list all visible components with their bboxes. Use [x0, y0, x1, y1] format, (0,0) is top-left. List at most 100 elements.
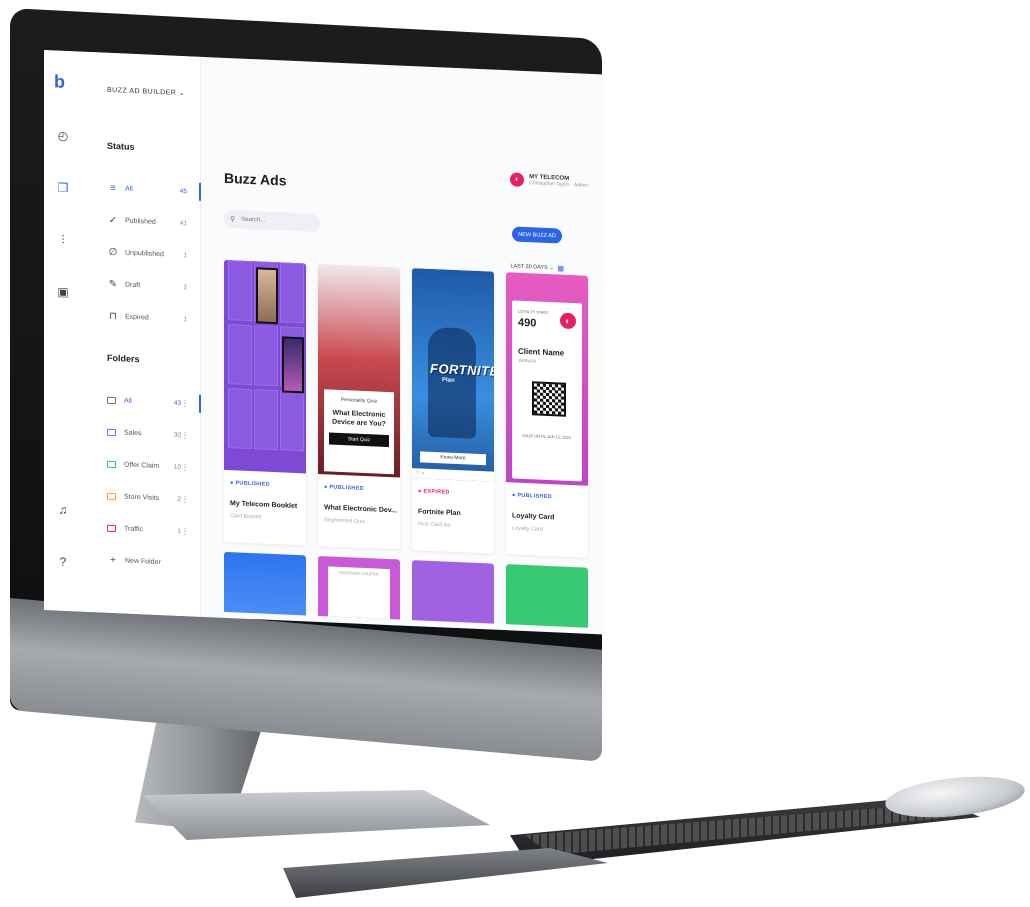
ad-card[interactable] — [506, 564, 588, 628]
account-switcher[interactable]: ◐ MY TELECOM Christopher Taylor · Admin — [510, 172, 588, 189]
status-badge: ● PUBLISHED — [512, 492, 552, 501]
more-icon[interactable]: ⋮ — [181, 430, 189, 439]
imac-illustration: b ◴ ❐ ⫶ ▣ ♫ ? BUZZ AD BUILDER ⌄ Status ≡… — [0, 0, 1030, 907]
search-icon: ⚲ — [230, 216, 236, 224]
new-folder-button[interactable]: + New Folder — [107, 553, 187, 570]
date-filter[interactable]: LAST 30 DAYS ⌄ — [510, 263, 554, 271]
status-item-published[interactable]: ✓ Published 41 — [107, 213, 187, 230]
pencil-icon: ✎ — [108, 278, 118, 290]
coupon-preview: DISCOUNT COUPON — [328, 566, 390, 620]
folder-item-all[interactable]: All 43 ⋮ — [107, 393, 189, 410]
know-more-button: Know More — [420, 451, 486, 466]
card-title: Fortnite Plan — [418, 508, 461, 518]
phone-image — [256, 267, 278, 325]
dashboard-icon[interactable]: ◴ — [56, 129, 70, 144]
analytics-icon[interactable]: ⫶ — [56, 233, 70, 248]
more-icon[interactable]: ⋮ — [181, 526, 189, 535]
loyalty-id: 18091420 — [518, 357, 536, 364]
social-bar: ♡ ⌕ — [412, 468, 494, 482]
main-content: Buzz Ads ◐ MY TELECOM Christopher Taylor… — [200, 57, 604, 635]
account-user: Christopher Taylor · Admin — [529, 180, 588, 189]
ad-card[interactable]: DISCOUNT COUPON — [318, 555, 400, 620]
ad-card[interactable] — [412, 560, 494, 624]
card-title: Loyalty Card — [512, 512, 555, 522]
check-icon: ✓ — [108, 214, 118, 226]
loyalty-tag: LOYALTY CARD — [518, 308, 548, 315]
ad-card[interactable]: FORTNITE Plan Know More ♡ ⌕ ● EXPIRED Fo… — [412, 268, 494, 554]
brand-badge-icon: ◐ — [560, 312, 576, 330]
status-item-unpublished[interactable]: ∅ Unpublished 1 — [107, 245, 187, 262]
status-badge: ● PUBLISHED — [324, 484, 364, 492]
app-title: BUZZ AD BUILDER — [107, 86, 177, 97]
quiz-title: What Electronic Device are You? — [332, 409, 386, 428]
app-screen: b ◴ ❐ ⫶ ▣ ♫ ? BUZZ AD BUILDER ⌄ Status ≡… — [44, 50, 604, 635]
buzz-logo-icon[interactable]: b — [54, 71, 72, 91]
card-type: Rich Card Ad — [418, 521, 451, 529]
loyalty-points: 490 — [518, 316, 537, 330]
loyalty-card-preview: LOYALTY CARD 490 ◐ Client Name 18091420 … — [512, 300, 582, 482]
account-logo-icon: ◐ — [510, 172, 525, 187]
quiz-overlay: Personality Quiz What Electronic Device … — [324, 389, 394, 475]
card-type: Loyalty Card — [512, 525, 543, 533]
help-icon[interactable]: ? — [56, 555, 70, 570]
status-item-expired[interactable]: ⊓ Expired 1 — [107, 309, 187, 326]
folder-icon — [107, 396, 116, 404]
ad-card[interactable]: ● PUBLISHED My Telecom Booklet Card Book… — [224, 259, 306, 546]
folder-item-store-visits[interactable]: Store Visits 2 ⋮ — [107, 489, 189, 506]
folders-heading: Folders — [107, 352, 140, 365]
loyalty-valid: VALID UNTIL JAN 12, 2021 — [522, 432, 572, 441]
status-item-draft[interactable]: ✎ Draft 2 — [107, 277, 187, 294]
plus-icon: + — [110, 554, 116, 566]
mouse — [883, 770, 1027, 824]
ads-icon[interactable]: ❐ — [56, 181, 70, 196]
filters-panel: BUZZ AD BUILDER ⌄ Status ≡ All 45 ✓ Publ… — [82, 51, 201, 617]
loyalty-thumbnail: LOYALTY CARD 490 ◐ Client Name 18091420 … — [506, 272, 588, 486]
imac-stand-foot — [142, 790, 490, 840]
folder-icon — [107, 428, 116, 436]
card-type: Segmented Quiz — [324, 517, 365, 526]
more-icon[interactable]: ⋮ — [181, 462, 189, 471]
date-filter-label: LAST 30 DAYS — [510, 263, 548, 271]
icon-rail: b ◴ ❐ ⫶ ▣ ♫ ? — [44, 50, 83, 612]
fortnite-thumbnail: FORTNITE Plan Know More ♡ ⌕ — [412, 268, 494, 482]
card-type: Card Booklet — [230, 513, 262, 521]
more-icon[interactable]: ⋮ — [181, 494, 189, 503]
search-input[interactable] — [239, 215, 314, 227]
start-quiz-button: Start Quiz — [329, 432, 389, 448]
folder-item-offer-claim[interactable]: Offer Claim 10 ⋮ — [107, 457, 189, 474]
new-buzz-ad-button[interactable]: NEW BUZZ AD — [512, 226, 562, 244]
unpublished-icon: ∅ — [108, 246, 118, 258]
folder-item-sales[interactable]: Sales 30 ⋮ — [107, 425, 189, 442]
folder-icon — [107, 492, 116, 500]
qr-code-icon — [532, 381, 566, 417]
ad-card[interactable]: LOYALTY CARD 490 ◐ Client Name 18091420 … — [506, 272, 588, 558]
status-badge: ● PUBLISHED — [230, 480, 270, 488]
loyalty-client: Client Name — [518, 346, 565, 358]
banner-subtitle: Plan — [442, 377, 455, 384]
card-title: What Electronic Dev... — [324, 504, 397, 515]
page-title: Buzz Ads — [224, 169, 287, 189]
phone-image — [282, 336, 304, 394]
quiz-thumbnail: Personality Quiz What Electronic Device … — [318, 263, 400, 478]
card-title: My Telecom Booklet — [230, 500, 298, 511]
list-icon: ≡ — [110, 182, 116, 194]
grid-view-icon[interactable]: ▦ — [557, 264, 564, 272]
banner-title: FORTNITE — [430, 360, 494, 379]
folder-icon — [107, 460, 116, 468]
more-icon[interactable]: ⋮ — [181, 398, 189, 407]
search-box[interactable]: ⚲ — [224, 209, 320, 233]
folder-item-traffic[interactable]: Traffic 1 ⋮ — [107, 521, 189, 538]
card-booklet-thumbnail — [224, 259, 306, 474]
contacts-icon[interactable]: ▣ — [56, 285, 70, 300]
status-badge: ● EXPIRED — [418, 488, 450, 496]
ads-grid: ● PUBLISHED My Telecom Booklet Card Book… — [224, 259, 588, 628]
app-switcher[interactable]: BUZZ AD BUILDER ⌄ — [107, 86, 185, 97]
ad-card[interactable]: Personality Quiz What Electronic Device … — [318, 263, 400, 550]
status-item-all[interactable]: ≡ All 45 — [107, 181, 187, 198]
ad-card[interactable] — [224, 551, 306, 616]
notifications-icon[interactable]: ♫ — [56, 503, 70, 518]
quiz-kicker: Personality Quiz — [340, 396, 378, 405]
lock-icon: ⊓ — [109, 310, 117, 322]
folder-icon — [107, 524, 116, 532]
trackpad — [283, 848, 608, 898]
